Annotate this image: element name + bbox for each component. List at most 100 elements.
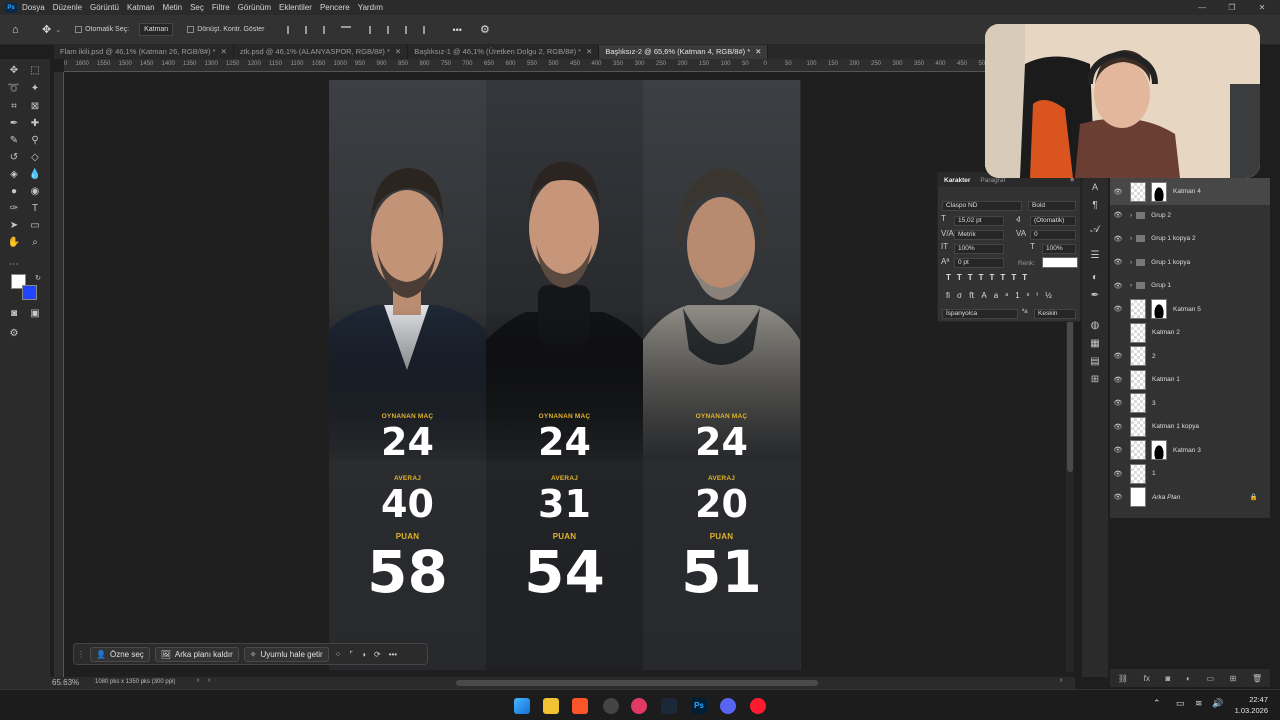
layer-mask-thumbnail[interactable] bbox=[1151, 440, 1167, 460]
leading-field[interactable]: (Otomatik) bbox=[1030, 216, 1076, 226]
zoom-tool-icon[interactable]: ⌕ bbox=[27, 235, 43, 249]
menu-file[interactable]: Dosya bbox=[22, 3, 45, 12]
start-icon[interactable] bbox=[514, 698, 530, 714]
sponge-tool-icon[interactable]: ◉ bbox=[27, 184, 43, 198]
menu-layer[interactable]: Katman bbox=[127, 3, 155, 12]
volume-icon[interactable]: 🔊 bbox=[1212, 698, 1223, 709]
tab-document-1[interactable]: Flam ikili.psd @ 46,1% (Katman 26, RGB/8… bbox=[54, 45, 234, 59]
tab-document-4[interactable]: Başlıksız-2 @ 65,6% (Katman 4, RGB/8#) *… bbox=[599, 45, 769, 59]
chevron-up-icon[interactable]: ⌃ bbox=[1153, 698, 1161, 709]
link-layers-icon[interactable]: ⛓ bbox=[1118, 674, 1128, 683]
close-icon[interactable]: ✕ bbox=[395, 47, 401, 56]
close-icon[interactable]: ✕ bbox=[755, 47, 761, 56]
visibility-eye-icon[interactable]: 👁 bbox=[1110, 258, 1126, 266]
close-icon[interactable]: ✕ bbox=[221, 47, 227, 56]
make-fit-button[interactable]: ✧ Uyumlu hale getir bbox=[243, 646, 329, 662]
brave-browser-icon[interactable] bbox=[572, 698, 588, 714]
align-top-icon[interactable] bbox=[368, 25, 379, 34]
menu-filter[interactable]: Filtre bbox=[212, 3, 230, 12]
color-panel-icon[interactable]: ◐ bbox=[1087, 270, 1103, 284]
expand-group-icon[interactable]: › bbox=[1130, 259, 1132, 266]
minimize-icon[interactable]: — bbox=[1186, 0, 1218, 15]
tab-document-3[interactable]: Başlıksız-1 @ 46,1% (Üretken Dolgu 2, RG… bbox=[408, 45, 600, 59]
more-tools-icon[interactable]: ⋯ bbox=[6, 257, 22, 271]
drag-handle-icon[interactable]: ⋮ bbox=[77, 650, 85, 659]
layer-style-icon[interactable]: fx bbox=[1144, 674, 1150, 683]
visibility-eye-icon[interactable]: 👁 bbox=[1110, 211, 1126, 219]
language-dropdown[interactable]: İspanyolca bbox=[942, 309, 1018, 319]
menu-view[interactable]: Görünüm bbox=[238, 3, 271, 12]
visibility-eye-icon[interactable]: 👁 bbox=[1110, 188, 1126, 196]
swatches-icon[interactable]: ▦ bbox=[1087, 336, 1103, 350]
move-tool-icon[interactable]: ✥ bbox=[42, 23, 51, 36]
expand-group-icon[interactable]: › bbox=[1130, 235, 1132, 242]
visibility-eye-icon[interactable]: 👁 bbox=[1110, 446, 1126, 454]
magic-wand-icon[interactable]: ✦ bbox=[27, 81, 43, 95]
menu-window[interactable]: Pencere bbox=[320, 3, 350, 12]
horizontal-ruler[interactable]: 1650160015501500145014001350130012501200… bbox=[64, 59, 1074, 72]
tab-document-2[interactable]: ztk.psd @ 46,1% (ALANYASPOR, RGB/8#) * ✕ bbox=[234, 45, 409, 59]
vertical-ruler[interactable] bbox=[54, 72, 64, 677]
marquee-tool-icon[interactable]: ⬚ bbox=[27, 63, 43, 77]
scroll-right-icon[interactable]: › bbox=[1060, 677, 1062, 684]
quick-mask-icon[interactable]: ◙ bbox=[6, 306, 22, 320]
close-icon[interactable]: ✕ bbox=[1246, 0, 1278, 15]
chevron-down-icon[interactable]: ⌄ bbox=[55, 26, 61, 34]
patterns-icon[interactable]: ⊞ bbox=[1087, 372, 1103, 386]
stamp-tool-icon[interactable]: ⚲ bbox=[27, 133, 43, 147]
visibility-eye-icon[interactable]: 👁 bbox=[1110, 235, 1126, 243]
trash-icon[interactable]: 🗑 bbox=[1252, 674, 1262, 683]
expand-group-icon[interactable]: › bbox=[1130, 282, 1132, 289]
auto-select-dropdown[interactable]: Katman bbox=[139, 23, 174, 36]
eraser-tool-icon[interactable]: ◇ bbox=[27, 150, 43, 164]
canvas-area[interactable]: OYNANAN MAÇ 24 AVERAJ 40 PUAN 58 OYNANAN… bbox=[64, 72, 1074, 677]
menu-type[interactable]: Metin bbox=[163, 3, 183, 12]
visibility-eye-icon[interactable]: 👁 bbox=[1110, 376, 1126, 384]
steam-icon[interactable] bbox=[661, 698, 677, 714]
dodge-tool-icon[interactable]: ● bbox=[6, 184, 22, 198]
document-canvas[interactable]: OYNANAN MAÇ 24 AVERAJ 40 PUAN 58 OYNANAN… bbox=[329, 80, 801, 670]
visibility-eye-icon[interactable]: 👁 bbox=[1110, 399, 1126, 407]
properties-icon[interactable]: ☰ bbox=[1087, 248, 1103, 262]
more-button[interactable]: ••• bbox=[389, 650, 397, 659]
swap-colors-icon[interactable]: ↻ bbox=[30, 271, 46, 285]
vertical-scale-field[interactable]: 100% bbox=[954, 244, 1004, 254]
horizontal-scrollbar-thumb[interactable] bbox=[456, 680, 818, 686]
more-options-button[interactable]: ••• bbox=[453, 25, 462, 35]
auto-select-checkbox[interactable] bbox=[75, 25, 85, 33]
visibility-eye-icon[interactable]: 👁 bbox=[1110, 352, 1126, 360]
screen-mode-icon[interactable]: ▣ bbox=[27, 306, 43, 320]
pen-tool-icon[interactable]: ✑ bbox=[6, 201, 22, 215]
layer-row[interactable]: 👁 Arka Plan 🔒 bbox=[1110, 484, 1270, 511]
brush-tool-icon[interactable]: ✎ bbox=[6, 133, 22, 147]
file-explorer-icon[interactable] bbox=[543, 698, 559, 714]
visibility-eye-icon[interactable]: 👁 bbox=[1110, 305, 1126, 313]
adjustment-layer-icon[interactable]: ◐ bbox=[1186, 674, 1191, 683]
new-group-icon[interactable]: ▭ bbox=[1206, 674, 1214, 683]
font-size-field[interactable]: 15,02 pt bbox=[954, 216, 1004, 226]
align-left-icon[interactable] bbox=[286, 25, 297, 34]
font-family-dropdown[interactable]: Claspo ND bbox=[942, 201, 1022, 211]
transform-icon[interactable]: ⟳ bbox=[374, 650, 381, 659]
menu-image[interactable]: Görüntü bbox=[90, 3, 119, 12]
gradients-icon[interactable]: ▤ bbox=[1087, 354, 1103, 368]
glyphs-icon[interactable]: 𝒜 bbox=[1087, 222, 1103, 236]
maximize-icon[interactable]: ❐ bbox=[1216, 0, 1248, 15]
visibility-eye-icon[interactable]: 👁 bbox=[1110, 493, 1126, 501]
menu-select[interactable]: Seç bbox=[190, 3, 204, 12]
crop-tool-icon[interactable]: ⌗ bbox=[6, 99, 22, 113]
media-player-icon[interactable] bbox=[631, 698, 647, 714]
layer-mask-thumbnail[interactable] bbox=[1151, 181, 1167, 202]
photoshop-taskbar-icon[interactable]: Ps bbox=[691, 698, 707, 714]
menu-plugins[interactable]: Eklentiler bbox=[279, 3, 312, 12]
blur-tool-icon[interactable]: 💧 bbox=[27, 167, 43, 181]
visibility-eye-icon[interactable]: 👁 bbox=[1110, 423, 1126, 431]
wifi-icon[interactable]: ≋ bbox=[1195, 698, 1203, 709]
rectangle-tool-icon[interactable]: ▭ bbox=[27, 218, 43, 232]
distribute-vertical-icon[interactable] bbox=[422, 25, 433, 34]
character-panel-icon[interactable]: A bbox=[1087, 180, 1103, 194]
tab-character[interactable]: Karakter bbox=[944, 177, 970, 184]
remove-background-button[interactable]: 🖼 Arka planı kaldır bbox=[154, 646, 239, 662]
lasso-tool-icon[interactable]: ➰ bbox=[6, 81, 22, 95]
antialias-dropdown[interactable]: Keskin bbox=[1034, 309, 1076, 319]
